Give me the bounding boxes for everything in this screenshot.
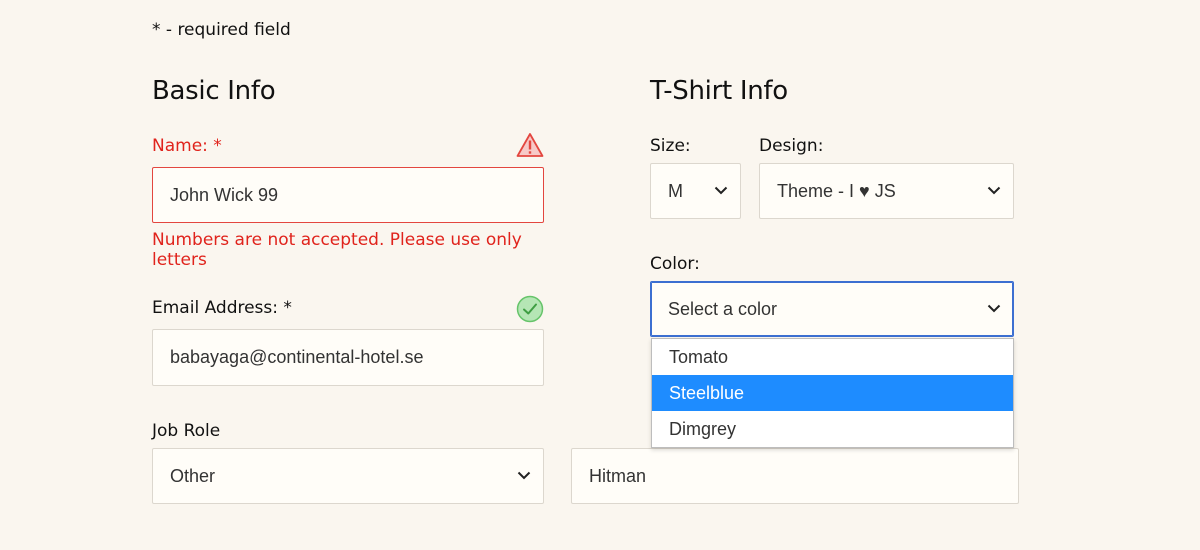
tshirt-info-heading: T-Shirt Info <box>650 76 788 106</box>
chevron-down-icon <box>714 186 728 195</box>
other-job-role-input[interactable]: Hitman <box>571 448 1019 504</box>
color-selected: Select a color <box>668 298 778 319</box>
design-label: Design: <box>759 136 824 156</box>
job-role-label: Job Role <box>152 421 221 441</box>
size-selected: M <box>668 180 683 201</box>
color-option-tomato[interactable]: Tomato <box>652 339 1013 375</box>
email-input-value: babayaga@continental-hotel.se <box>170 347 424 367</box>
chevron-down-icon <box>987 304 1001 313</box>
warning-icon <box>516 133 544 157</box>
other-job-role-value: Hitman <box>589 465 647 486</box>
chevron-down-icon <box>987 186 1001 195</box>
check-circle-icon <box>516 295 544 323</box>
color-label: Color: <box>650 254 700 274</box>
required-mark: * <box>213 136 222 156</box>
email-label-text: Email Address: <box>152 298 278 318</box>
color-select[interactable]: Select a color <box>650 281 1014 337</box>
color-option-dimgrey[interactable]: Dimgrey <box>652 411 1013 447</box>
name-label-text: Name: <box>152 136 208 156</box>
name-input-value: John Wick 99 <box>170 184 279 205</box>
email-input[interactable]: babayaga@continental-hotel.se <box>152 329 544 386</box>
required-mark: * <box>283 298 292 318</box>
email-label: Email Address: * <box>152 298 292 318</box>
name-label: Name: * <box>152 136 222 156</box>
job-role-select[interactable]: Other <box>152 448 544 504</box>
required-field-note: * - required field <box>152 20 291 40</box>
name-error-message: Numbers are not accepted. Please use onl… <box>152 230 522 270</box>
size-select[interactable]: M <box>650 163 741 219</box>
name-input[interactable]: John Wick 99 <box>152 167 544 223</box>
basic-info-heading: Basic Info <box>152 76 276 106</box>
chevron-down-icon <box>517 471 531 480</box>
job-role-selected: Other <box>170 465 216 486</box>
design-selected: Theme - I ♥ JS <box>777 180 896 201</box>
color-dropdown-list: Tomato Steelblue Dimgrey <box>651 338 1014 448</box>
design-select[interactable]: Theme - I ♥ JS <box>759 163 1014 219</box>
size-label: Size: <box>650 136 691 156</box>
color-option-steelblue[interactable]: Steelblue <box>652 375 1013 411</box>
